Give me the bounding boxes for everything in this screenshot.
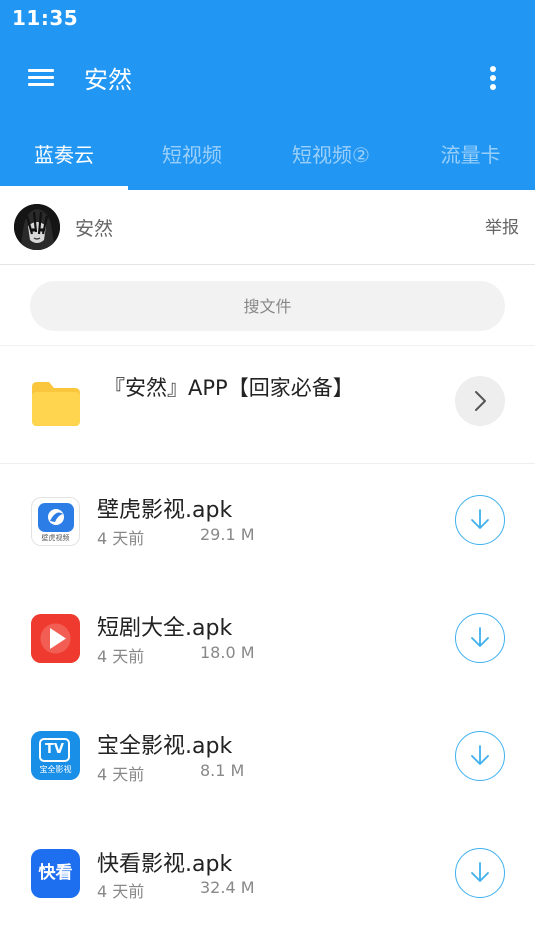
file-date: 4 天前 [97, 529, 145, 548]
duanju-app-icon [31, 614, 80, 663]
baoquan-icon-caption: 宝全影视 [39, 765, 72, 774]
tab-short-video-2[interactable]: 短视频② [256, 120, 406, 190]
file-size: 32.4 M [200, 878, 255, 897]
kuaikan-icon-text: 快看 [38, 863, 73, 883]
folder-row[interactable]: 『安然』APP【回家必备】 [0, 346, 535, 464]
download-icon[interactable] [455, 495, 505, 545]
avatar[interactable] [14, 204, 60, 250]
download-icon[interactable] [455, 848, 505, 898]
file-name: 宝全影视.apk [97, 734, 233, 759]
file-row[interactable]: 快看 快看影视.apk 4 天前 32.4 M [0, 818, 535, 936]
file-name: 壁虎影视.apk [97, 498, 233, 523]
file-date: 4 天前 [97, 882, 145, 901]
file-size: 8.1 M [200, 761, 245, 780]
profile-row: 安然 举报 [0, 190, 535, 265]
download-icon[interactable] [455, 731, 505, 781]
search-input[interactable] [30, 281, 505, 331]
more-vert-icon[interactable] [481, 62, 505, 94]
status-time: 11:35 [12, 6, 79, 30]
download-icon[interactable] [455, 613, 505, 663]
baoquan-app-icon: TV 宝全影视 [31, 731, 80, 780]
tab-data-card[interactable]: 流量卡 [406, 120, 535, 190]
file-size: 29.1 M [200, 525, 255, 544]
folder-icon [30, 379, 82, 427]
tab-bar: 蓝奏云 短视频 短视频② 流量卡 [0, 120, 535, 190]
file-name: 快看影视.apk [97, 852, 233, 877]
top-app-bar: 11:35 安然 蓝奏云 短视频 短视频② 流量卡 [0, 0, 535, 190]
profile-name: 安然 [75, 218, 114, 240]
file-name: 短剧大全.apk [97, 616, 233, 641]
file-date: 4 天前 [97, 647, 145, 666]
chevron-right-icon[interactable] [455, 376, 505, 426]
baoquan-icon-tv-text: TV [39, 738, 70, 762]
bihu-app-icon: 壁虎视频 [31, 497, 80, 546]
file-date: 4 天前 [97, 765, 145, 784]
hamburger-menu-icon[interactable] [24, 62, 58, 92]
report-link[interactable]: 举报 [485, 213, 519, 238]
file-row[interactable]: TV 宝全影视 宝全影视.apk 4 天前 8.1 M [0, 700, 535, 818]
kuaikan-app-icon: 快看 [31, 849, 80, 898]
folder-title: 『安然』APP【回家必备】 [104, 376, 354, 400]
file-row[interactable]: 壁虎视频 壁虎影视.apk 4 天前 29.1 M [0, 464, 535, 582]
app-title: 安然 [84, 66, 132, 94]
tab-lanzouyun[interactable]: 蓝奏云 [0, 120, 128, 190]
tab-short-video[interactable]: 短视频 [128, 120, 256, 190]
bihu-icon-caption: 壁虎视频 [41, 534, 70, 542]
search-bar [0, 266, 535, 346]
file-size: 18.0 M [200, 643, 255, 662]
file-row[interactable]: 短剧大全.apk 4 天前 18.0 M [0, 582, 535, 700]
